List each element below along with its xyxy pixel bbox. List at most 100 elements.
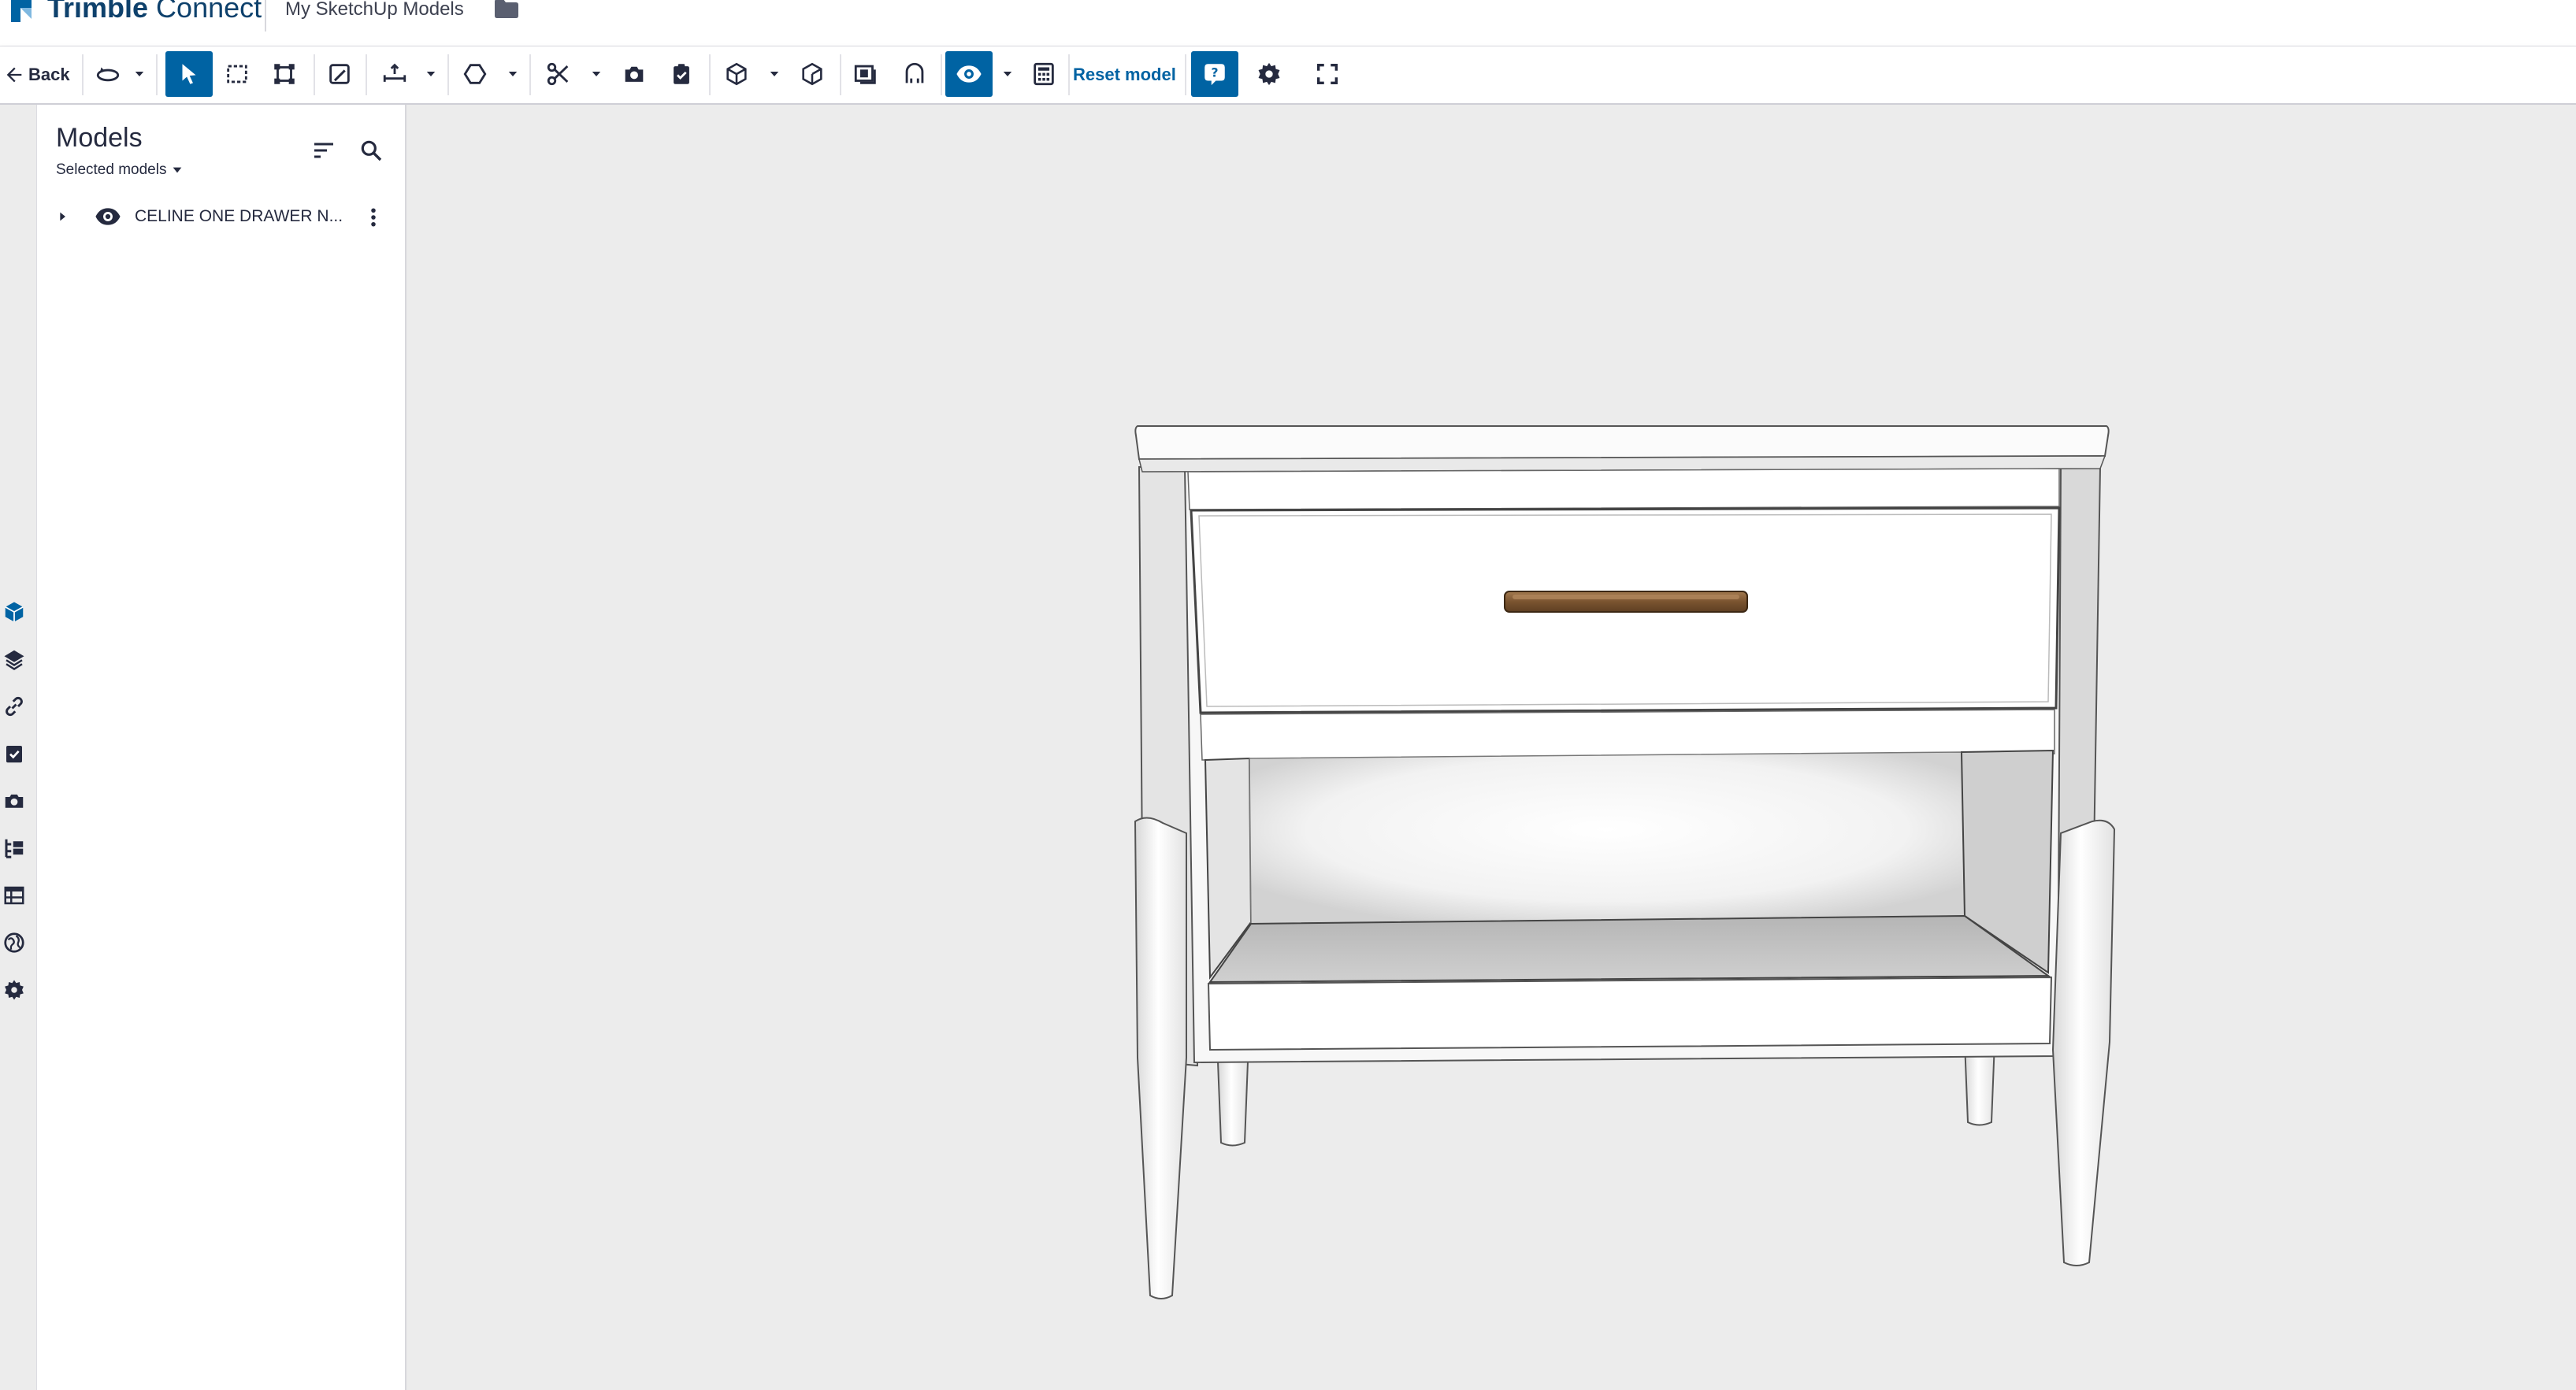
rail-models[interactable] (0, 596, 28, 628)
app-name: Trimble Connect (47, 0, 262, 26)
polygon-icon (463, 64, 487, 84)
calculator-button[interactable] (1023, 51, 1065, 97)
back-button[interactable]: Back (3, 61, 70, 89)
eye-icon (956, 65, 982, 83)
shape-dropdown[interactable] (503, 51, 523, 97)
trimble-connect-logo[interactable] (5, 0, 38, 25)
expand-toggle[interactable] (51, 206, 73, 228)
handle-highlight (1513, 595, 1739, 599)
caret-right-icon (60, 212, 65, 221)
rail-layers[interactable] (0, 643, 28, 675)
toolbar-divider (941, 54, 942, 95)
trimble-logo-icon (11, 0, 32, 22)
visual-style-button[interactable] (844, 51, 887, 97)
snapshot-button[interactable] (613, 51, 655, 97)
rail-extensions[interactable] (0, 974, 28, 1006)
model-name: CELINE ONE DRAWER N... (135, 207, 343, 225)
search-button[interactable] (355, 135, 387, 166)
models-panel: Models Selected models CELINE ONE DRAWER… (37, 105, 406, 1390)
models-filter-label: Selected models (56, 161, 167, 178)
back-leg-left (1216, 1061, 1249, 1147)
layers-icon (4, 650, 24, 670)
toolbar-divider (1185, 54, 1186, 95)
eye-icon (95, 208, 121, 225)
model-visibility-toggle[interactable] (94, 204, 122, 229)
settings-icon (5, 980, 24, 1000)
perspective-button[interactable] (791, 51, 833, 97)
toolbar-divider (82, 54, 84, 95)
help-button[interactable]: ? (1191, 51, 1238, 97)
side-rail (0, 105, 37, 1390)
arrow-left-icon (6, 67, 22, 83)
breadcrumb-project[interactable]: My SketchUp Models (285, 0, 464, 24)
measure-dropdown[interactable] (421, 51, 441, 97)
toolbar-divider (447, 54, 449, 95)
orbit-icon (96, 67, 120, 82)
model-more-button[interactable] (360, 204, 387, 231)
markup-icon (329, 64, 350, 84)
folder-icon[interactable] (493, 0, 520, 20)
markup-button[interactable] (318, 51, 361, 97)
section-button[interactable] (537, 51, 580, 97)
viewer-toolbar: Back Reset model ? (0, 46, 2576, 105)
rail-views[interactable] (0, 785, 28, 817)
toolbar-divider (709, 54, 711, 95)
shelf-cavity-back (1249, 751, 1965, 925)
image-stack-icon (854, 65, 876, 84)
cursor-icon (182, 64, 196, 84)
front-leg-right (2051, 819, 2116, 1266)
orbit-button[interactable] (88, 51, 128, 97)
front-leg-left (1134, 817, 1187, 1299)
todo-button[interactable] (660, 51, 703, 97)
3d-viewport[interactable] (406, 105, 2576, 1390)
app-name-brand: Trimble (47, 0, 149, 24)
camera-icon (5, 794, 24, 808)
measure-button[interactable] (373, 51, 416, 97)
reset-model-button[interactable]: Reset model (1073, 61, 1176, 89)
cube-outline-icon (802, 62, 822, 86)
app-name-product: Connect (148, 0, 262, 24)
orbit-dropdown[interactable] (129, 51, 150, 97)
rail-hierarchy[interactable] (0, 832, 28, 864)
shelf-floor (1208, 914, 2051, 984)
header-divider (265, 0, 266, 32)
gear-icon (1258, 62, 1280, 86)
section-dropdown[interactable] (586, 51, 607, 97)
grid-calculator-icon (1034, 62, 1054, 86)
ghost-button[interactable] (893, 51, 936, 97)
select-button[interactable] (165, 51, 213, 97)
caret-down-icon (426, 72, 436, 76)
toolbar-divider (314, 54, 315, 95)
globe-icon (4, 932, 24, 953)
models-filter-dropdown[interactable]: Selected models (56, 160, 184, 180)
fullscreen-button[interactable] (1306, 51, 1349, 97)
rail-links[interactable] (0, 691, 28, 722)
tabletop (1134, 425, 2110, 461)
transform-button[interactable] (263, 51, 306, 97)
ghost-icon (905, 62, 924, 83)
camera-icon (625, 66, 644, 82)
shape-button[interactable] (454, 51, 496, 97)
view-cube-button[interactable] (715, 51, 758, 97)
box-select-button[interactable] (216, 51, 258, 97)
caret-down-icon (592, 72, 601, 76)
rail-globe[interactable] (0, 927, 28, 958)
caret-down-icon (770, 72, 779, 76)
search-icon (361, 140, 382, 161)
scissors-icon (547, 62, 569, 86)
visibility-button[interactable] (945, 51, 993, 97)
toolbar-divider (1068, 54, 1070, 95)
sort-button[interactable] (308, 135, 340, 166)
help-icon: ? (1204, 64, 1225, 86)
toolbar-divider (840, 54, 841, 95)
view-cube-dropdown[interactable] (764, 51, 785, 97)
bottom-rail (1207, 976, 2053, 1051)
rail-todos[interactable] (0, 738, 28, 769)
visibility-dropdown[interactable] (997, 51, 1018, 97)
more-vertical-icon (371, 208, 376, 227)
cube-icon (726, 62, 747, 86)
settings-button[interactable] (1248, 51, 1290, 97)
app-header: Trimble Connect My SketchUp Models (0, 0, 2576, 46)
tree-row-model[interactable]: CELINE ONE DRAWER N... (37, 199, 403, 234)
rail-properties-table[interactable] (0, 880, 28, 911)
